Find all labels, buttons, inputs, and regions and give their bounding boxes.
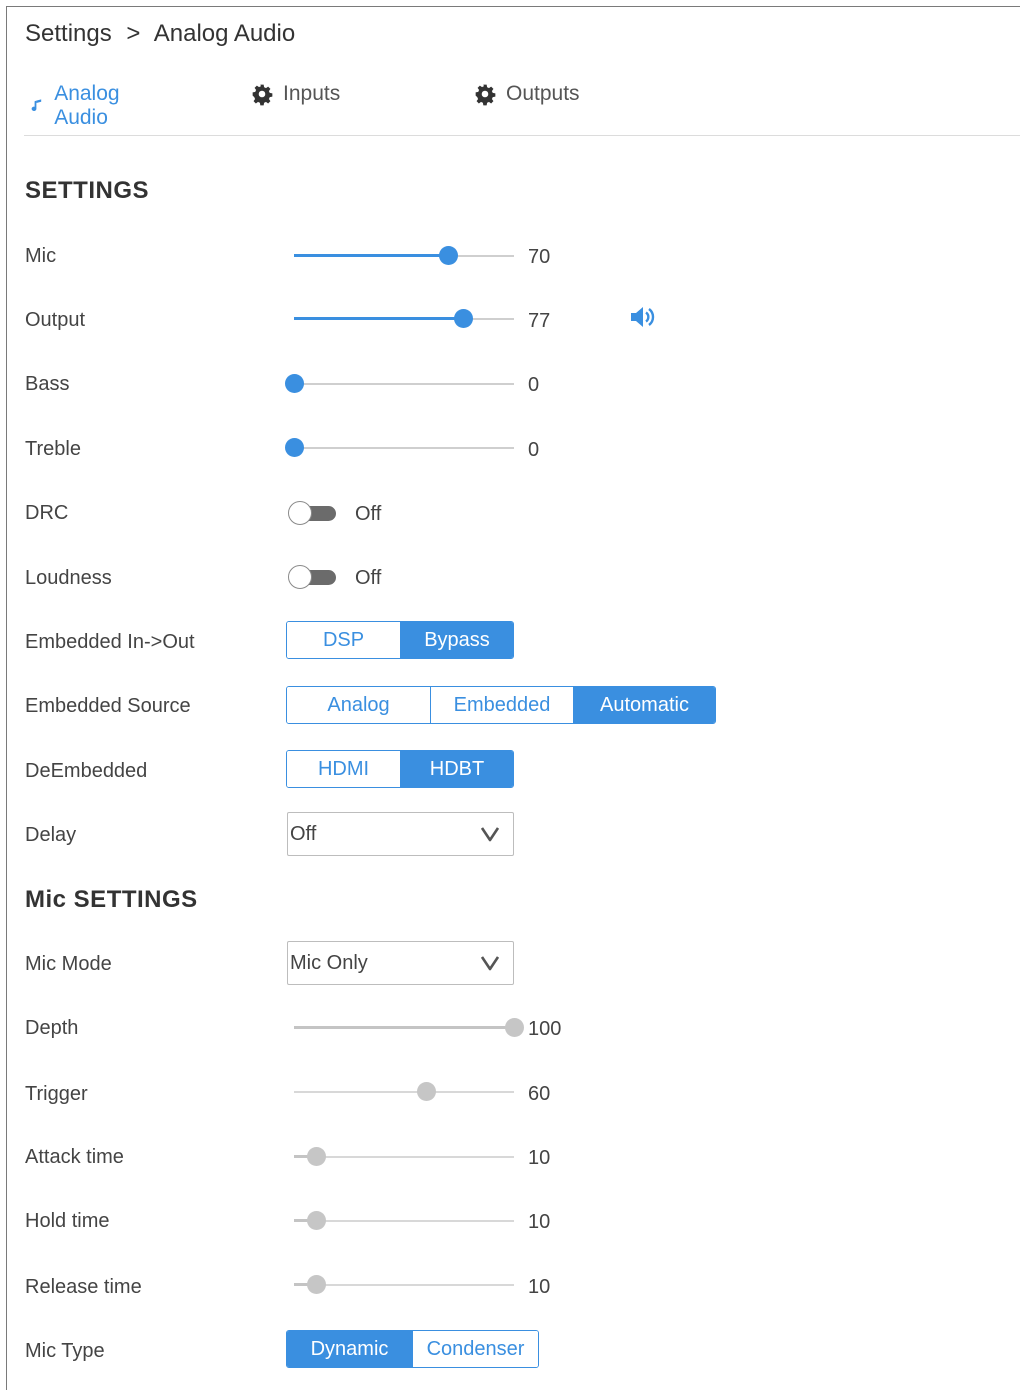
music-note-icon [31, 99, 42, 111]
treble-label: Treble [25, 438, 81, 460]
option-hdbt[interactable]: HDBT [400, 751, 513, 787]
delay-label: Delay [25, 824, 77, 846]
slider-fill [294, 254, 448, 257]
treble-slider[interactable] [285, 438, 514, 458]
slider-track [294, 1220, 514, 1222]
depth-label: Depth [25, 1017, 79, 1039]
slider-fill [294, 1026, 514, 1029]
option-dsp[interactable]: DSP [287, 622, 400, 658]
option-dynamic[interactable]: Dynamic [287, 1331, 412, 1367]
gear-icon [252, 84, 273, 106]
breadcrumb: Settings > Analog Audio [25, 20, 303, 48]
attack-time-slider[interactable] [294, 1147, 514, 1167]
slider-thumb[interactable] [285, 374, 304, 393]
tab-inputs[interactable]: Inputs [251, 82, 340, 106]
treble-value: 0 [528, 439, 540, 461]
slider-thumb[interactable] [307, 1147, 326, 1166]
mic-value: 70 [528, 246, 551, 268]
tab-label: Inputs [283, 82, 341, 105]
loudness-state: Off [355, 567, 382, 589]
delay-selected-value: Off [290, 823, 317, 845]
slider-track [294, 447, 514, 449]
bass-slider[interactable] [285, 374, 514, 394]
breadcrumb-current: Analog Audio [153, 20, 296, 47]
mic-type-label: Mic Type [25, 1340, 105, 1362]
toggle-knob [288, 501, 312, 525]
breadcrumb-root[interactable]: Settings [25, 20, 112, 47]
slider-thumb[interactable] [505, 1018, 524, 1037]
slider-track [294, 383, 514, 385]
tab-label: Analog Audio [54, 82, 120, 129]
toggle-knob [288, 565, 312, 589]
output-slider[interactable] [294, 309, 514, 329]
chevron-down-icon [481, 827, 499, 842]
mic-mode-select[interactable]: Mic Only [287, 941, 514, 985]
loudness-toggle[interactable] [288, 565, 338, 589]
speaker-icon[interactable] [630, 305, 658, 329]
embedded-source-label: Embedded Source [25, 695, 191, 717]
tab-analog-audio[interactable]: Analog Audio [31, 82, 128, 130]
trigger-label: Trigger [25, 1083, 88, 1105]
attack-time-label: Attack time [25, 1146, 124, 1168]
deembedded-segmented: HDMI HDBT [286, 750, 514, 788]
option-condenser[interactable]: Condenser [412, 1331, 538, 1367]
mic-mode-selected-value: Mic Only [290, 952, 368, 974]
trigger-value: 60 [528, 1083, 551, 1105]
depth-slider[interactable] [294, 1018, 524, 1038]
slider-track [294, 1156, 514, 1158]
slider-thumb[interactable] [439, 246, 458, 265]
slider-thumb[interactable] [454, 309, 474, 328]
slider-thumb[interactable] [417, 1082, 436, 1101]
embedded-in-out-segmented: DSP Bypass [286, 621, 514, 659]
trigger-slider[interactable] [294, 1082, 514, 1102]
mic-type-segmented: Dynamic Condenser [286, 1330, 539, 1368]
embedded-source-segmented: Analog Embedded Automatic [286, 686, 716, 724]
hold-time-value: 10 [528, 1211, 551, 1233]
gear-icon [475, 84, 496, 106]
drc-label: DRC [25, 502, 69, 524]
slider-thumb[interactable] [307, 1275, 326, 1294]
release-time-label: Release time [25, 1276, 142, 1298]
drc-toggle[interactable] [288, 501, 338, 525]
breadcrumb-separator: > [126, 20, 141, 47]
delay-select[interactable]: Off [287, 812, 514, 856]
hold-time-label: Hold time [25, 1210, 110, 1232]
embedded-in-out-label: Embedded In->Out [25, 631, 195, 653]
bass-value: 0 [528, 374, 540, 396]
mic-label: Mic [25, 245, 57, 267]
drc-state: Off [355, 503, 382, 525]
loudness-label: Loudness [25, 567, 112, 589]
release-time-slider[interactable] [294, 1275, 514, 1295]
option-bypass[interactable]: Bypass [400, 622, 513, 658]
slider-thumb[interactable] [285, 438, 304, 457]
attack-time-value: 10 [528, 1147, 551, 1169]
chevron-down-icon [481, 956, 499, 971]
slider-fill [294, 317, 464, 320]
option-hdmi[interactable]: HDMI [287, 751, 400, 787]
slider-thumb[interactable] [307, 1211, 326, 1230]
output-label: Output [25, 309, 86, 331]
depth-value: 100 [528, 1018, 562, 1040]
tab-divider [24, 135, 1020, 136]
option-analog[interactable]: Analog [287, 687, 430, 723]
option-automatic[interactable]: Automatic [573, 687, 715, 723]
mic-slider[interactable] [294, 246, 514, 266]
output-value: 77 [528, 310, 551, 332]
hold-time-slider[interactable] [294, 1211, 514, 1231]
bass-label: Bass [25, 373, 70, 395]
settings-section-title: SETTINGS [25, 177, 150, 204]
slider-track [294, 1091, 514, 1093]
tab-label: Outputs [506, 82, 580, 105]
mic-settings-section-title: Mic SETTINGS [25, 886, 198, 913]
deembedded-label: DeEmbedded [25, 760, 148, 782]
tab-outputs[interactable]: Outputs [474, 82, 580, 106]
mic-mode-label: Mic Mode [25, 953, 112, 975]
slider-track [294, 1284, 514, 1286]
option-embedded[interactable]: Embedded [430, 687, 573, 723]
release-time-value: 10 [528, 1276, 551, 1298]
